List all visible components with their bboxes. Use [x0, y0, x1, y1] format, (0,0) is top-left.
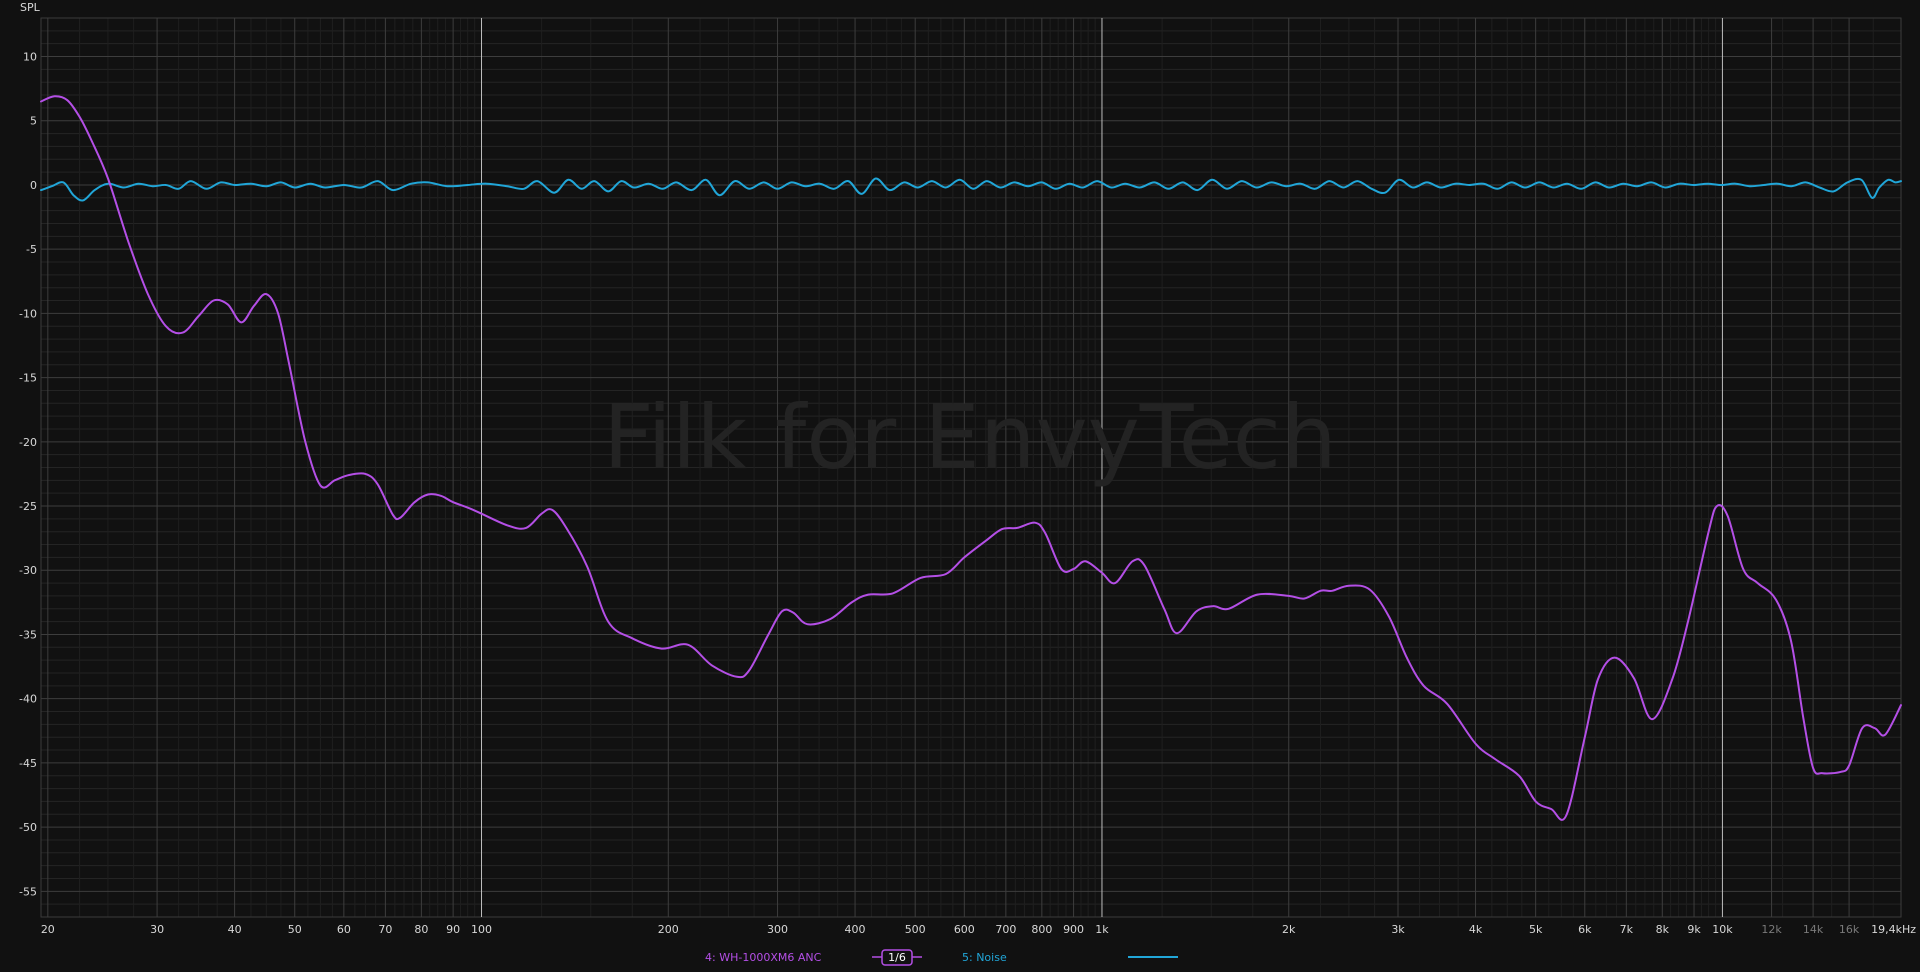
y-tick-label: -40 [19, 693, 37, 706]
chart-svg: Filk for EnvyTech 1050-5-10-15-20-25-30-… [0, 0, 1920, 968]
y-tick-label: -45 [19, 757, 37, 770]
x-tick-label: 12k [1761, 923, 1782, 936]
x-tick-label: 5k [1529, 923, 1543, 936]
x-tick-label: 14k [1803, 923, 1824, 936]
y-axis-label: SPL [20, 1, 41, 14]
legend-label-wh-1000xm6-anc[interactable]: 4: WH-1000XM6 ANC [705, 951, 822, 964]
y-tick-label: -20 [19, 436, 37, 449]
y-tick-label: 10 [23, 51, 37, 64]
x-tick-label: 20 [41, 923, 55, 936]
x-tick-label: 500 [905, 923, 926, 936]
x-tick-label: 4k [1469, 923, 1483, 936]
y-tick-label: -25 [19, 500, 37, 513]
x-tick-label: 10k [1712, 923, 1733, 936]
y-tick-label: -35 [19, 628, 37, 641]
y-tick-label: -5 [26, 243, 37, 256]
x-tick-label: 19,4kHz [1871, 923, 1916, 936]
x-tick-label: 200 [658, 923, 679, 936]
y-tick-label: -50 [19, 821, 37, 834]
x-tick-label: 2k [1282, 923, 1296, 936]
x-tick-label: 7k [1620, 923, 1634, 936]
x-tick-label: 800 [1031, 923, 1052, 936]
y-tick-label: -30 [19, 564, 37, 577]
x-tick-label: 300 [767, 923, 788, 936]
x-tick-label: 6k [1578, 923, 1592, 936]
x-tick-label: 100 [471, 923, 492, 936]
x-tick-label: 80 [414, 923, 428, 936]
frequency-response-chart: Filk for EnvyTech 10 5 0 -5 -10 -15 -20 -25 -30-… [0, 0, 1920, 968]
y-tick-label: -55 [19, 885, 37, 898]
x-tick-label: 3k [1391, 923, 1405, 936]
x-tick-label: 50 [288, 923, 302, 936]
y-tick-label: 5 [30, 115, 37, 128]
x-tick-label: 40 [228, 923, 242, 936]
x-tick-label: 1k [1095, 923, 1109, 936]
y-tick-label: 0 [30, 179, 37, 192]
y-tick-label: -15 [19, 372, 37, 385]
x-tick-label: 700 [995, 923, 1016, 936]
x-tick-label: 900 [1063, 923, 1084, 936]
x-tick-label: 9k [1687, 923, 1701, 936]
x-tick-label: 600 [954, 923, 975, 936]
watermark-text: Filk for EnvyTech [603, 386, 1337, 489]
x-tick-label: 60 [337, 923, 351, 936]
x-tick-label: 70 [378, 923, 392, 936]
smoothing-label: 1/6 [888, 951, 906, 964]
x-tick-label: 400 [845, 923, 866, 936]
legend-label-noise[interactable]: 5: Noise [962, 951, 1007, 964]
x-tick-label: 30 [150, 923, 164, 936]
x-tick-label: 8k [1656, 923, 1670, 936]
x-tick-label: 90 [446, 923, 460, 936]
x-tick-label: 16k [1839, 923, 1860, 936]
y-tick-label: -10 [19, 307, 37, 320]
